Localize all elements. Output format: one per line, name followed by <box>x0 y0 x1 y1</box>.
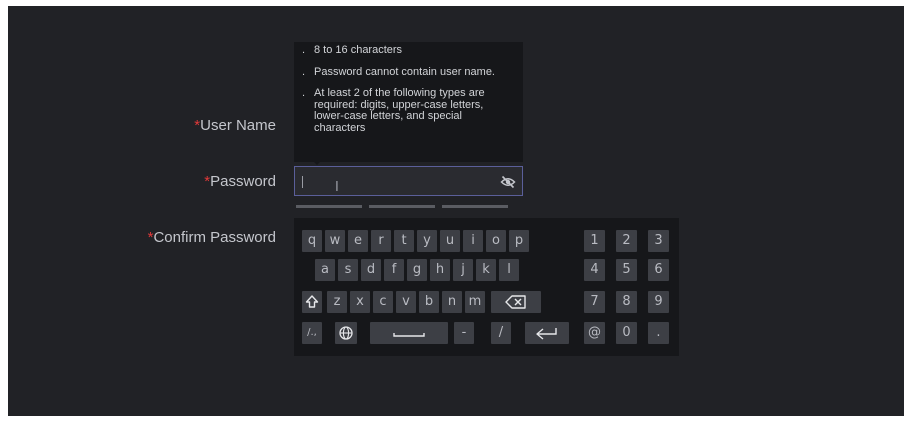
backspace-icon <box>505 295 526 309</box>
rule-bullet: . <box>302 44 306 56</box>
key-g[interactable]: g <box>407 259 427 281</box>
language-key[interactable] <box>335 322 357 344</box>
rule-bullet: . <box>302 87 306 99</box>
key-c[interactable]: c <box>373 291 393 313</box>
key-y[interactable]: y <box>417 230 437 252</box>
backspace-key[interactable] <box>491 291 541 313</box>
strength-bar-weak <box>296 205 362 208</box>
shift-icon <box>305 295 319 308</box>
password-rules-tooltip: . 8 to 16 characters . Password cannot c… <box>294 42 523 162</box>
key-6[interactable]: 6 <box>648 259 669 281</box>
key-t[interactable]: t <box>394 230 414 252</box>
key-2[interactable]: 2 <box>616 230 637 252</box>
key-8[interactable]: 8 <box>616 291 637 313</box>
key-j[interactable]: j <box>453 259 473 281</box>
key-v[interactable]: v <box>396 291 416 313</box>
password-input[interactable]: I <box>294 166 523 196</box>
key-dot[interactable]: . <box>648 322 669 344</box>
tooltip-arrow <box>312 160 322 165</box>
key-0[interactable]: 0 <box>616 322 637 344</box>
slash-key[interactable]: / <box>491 322 511 344</box>
key-1[interactable]: 1 <box>584 230 605 252</box>
dash-key[interactable]: - <box>454 322 474 344</box>
key-k[interactable]: k <box>476 259 496 281</box>
key-h[interactable]: h <box>430 259 450 281</box>
key-l[interactable]: l <box>499 259 519 281</box>
virtual-keyboard: q w e r t y u i o p a s d f g h j k l z … <box>294 218 679 356</box>
key-d[interactable]: d <box>361 259 381 281</box>
key-e[interactable]: e <box>348 230 368 252</box>
space-key[interactable] <box>370 322 448 344</box>
eye-off-icon[interactable] <box>500 174 516 190</box>
key-7[interactable]: 7 <box>584 291 605 313</box>
key-4[interactable]: 4 <box>584 259 605 281</box>
key-5[interactable]: 5 <box>616 259 637 281</box>
space-icon <box>393 333 425 337</box>
rule-bullet: . <box>302 65 306 78</box>
confirm-password-label-text: Confirm Password <box>153 229 276 246</box>
key-i[interactable]: i <box>463 230 483 252</box>
key-x[interactable]: x <box>350 291 370 313</box>
key-at[interactable]: @ <box>584 322 605 344</box>
user-name-label-text: User Name <box>200 117 276 134</box>
key-a[interactable]: a <box>315 259 335 281</box>
key-z[interactable]: z <box>327 291 347 313</box>
key-3[interactable]: 3 <box>648 230 669 252</box>
text-caret <box>302 176 303 188</box>
rule-text: Password cannot contain user name. <box>314 65 495 78</box>
key-q[interactable]: q <box>302 230 322 252</box>
key-p[interactable]: p <box>509 230 529 252</box>
enter-key[interactable] <box>525 322 569 344</box>
password-rule: . Password cannot contain user name. <box>300 65 517 79</box>
user-name-label: *User Name <box>120 117 276 134</box>
mouse-cursor-icon: I <box>335 180 339 195</box>
key-b[interactable]: b <box>419 291 439 313</box>
key-f[interactable]: f <box>384 259 404 281</box>
key-w[interactable]: w <box>325 230 345 252</box>
strength-bar-strong <box>442 205 508 208</box>
symbols-key[interactable]: /., <box>302 322 322 344</box>
key-u[interactable]: u <box>440 230 460 252</box>
key-o[interactable]: o <box>486 230 506 252</box>
enter-icon <box>536 328 557 340</box>
strength-bar-medium <box>369 205 435 208</box>
key-r[interactable]: r <box>371 230 391 252</box>
key-s[interactable]: s <box>338 259 358 281</box>
shift-key[interactable] <box>302 291 322 313</box>
rule-text: At least 2 of the following types are re… <box>314 87 485 134</box>
password-label: *Password <box>120 173 276 190</box>
password-rule: . At least 2 of the following types are … <box>300 87 517 134</box>
key-n[interactable]: n <box>442 291 462 313</box>
key-9[interactable]: 9 <box>648 291 669 313</box>
rule-text: 8 to 16 characters <box>314 44 403 56</box>
password-rule: . 8 to 16 characters <box>300 44 517 57</box>
confirm-password-label: *Confirm Password <box>100 229 276 246</box>
key-m[interactable]: m <box>465 291 485 313</box>
password-label-text: Password <box>210 173 276 190</box>
globe-icon <box>339 326 353 340</box>
